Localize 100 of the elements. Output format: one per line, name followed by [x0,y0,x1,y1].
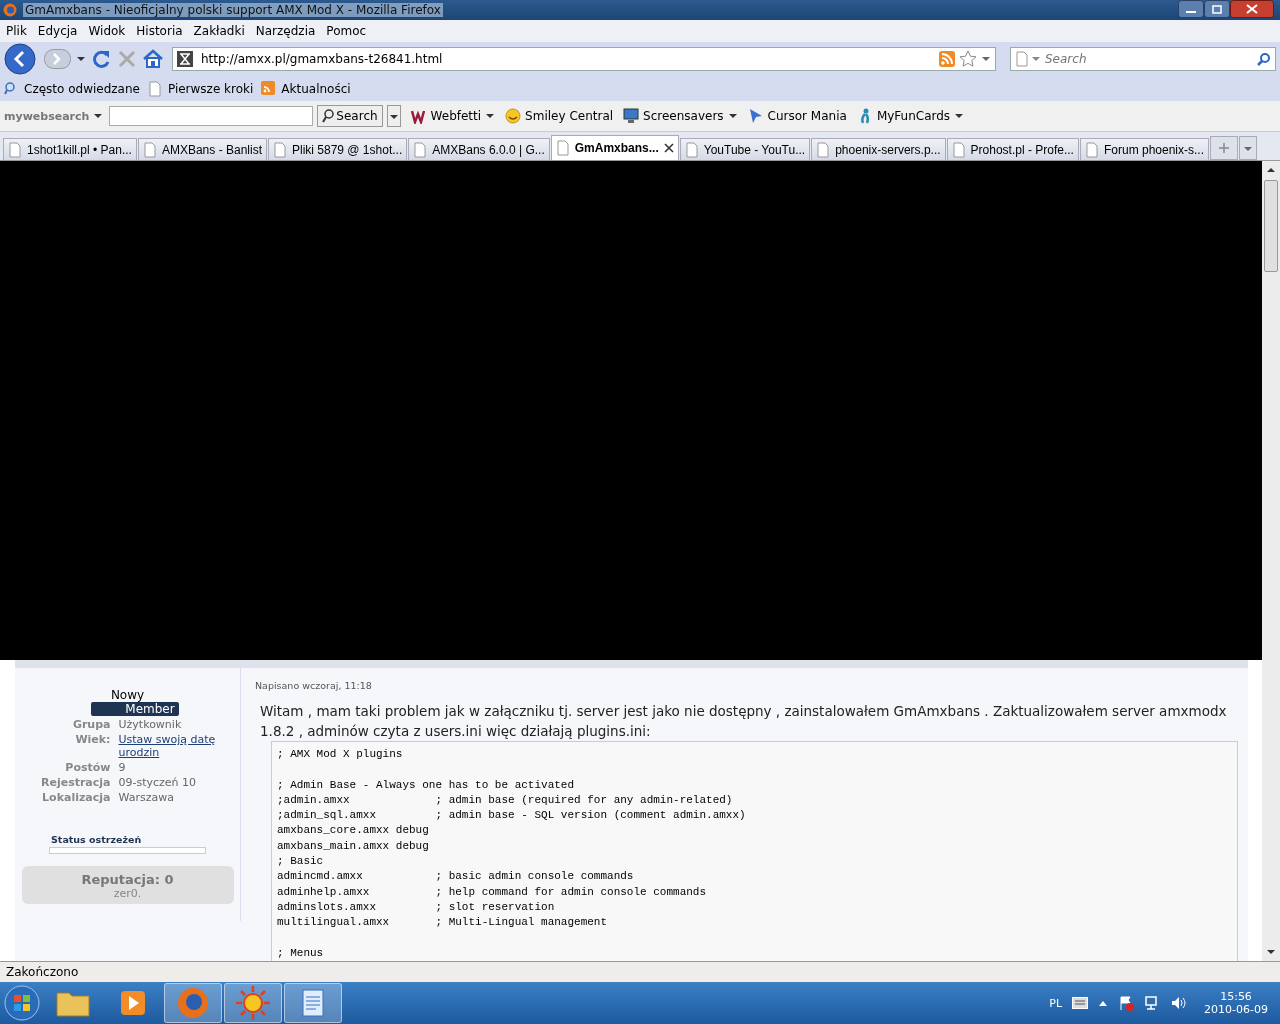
menu-item[interactable]: Edycja [37,24,78,38]
toolbar-link[interactable]: MyFunCards [876,109,951,123]
page-icon [684,141,699,158]
browser-tab[interactable]: 1shot1kill.pl • Pan... [3,138,137,160]
site-icon [177,51,193,67]
home-icon[interactable] [142,48,164,70]
menu-item[interactable]: Plik [6,24,27,38]
cursor-icon [747,108,764,124]
page-icon [951,141,966,158]
post-date: Napisano wczoraj, 11:18 [255,680,373,691]
sun-icon [233,983,273,1023]
toolbar-link[interactable]: Cursor Mania [767,109,847,123]
clock-time: 15:56 [1220,990,1252,1003]
page-icon [413,141,428,158]
field-label: Rejestracja [39,776,111,789]
menu-item[interactable]: Widok [88,24,126,38]
browser-tab[interactable]: Forum phoenix-s... [1079,138,1209,160]
page-icon [1015,51,1029,67]
start-button[interactable] [2,983,42,1023]
keyboard-icon[interactable] [1072,997,1089,1009]
search-icon [4,80,18,97]
clock[interactable]: 15:56 2010-06-09 [1204,990,1268,1016]
post-text: Witam , mam taki problem jak w załączniku tj. server jest jako nie dostępny , zainstalowałem GmAmxbans . Zaktualizowałem server amxmodx 1.8.2 , adminów czyta z users.ini więc działają plugins.ini: [259,702,1228,741]
monitor-icon [623,108,640,124]
dropdown-arrow-icon[interactable] [76,54,86,64]
menu-item[interactable]: Historia [136,24,183,38]
browser-tab[interactable]: AMXBans - Banlist [137,138,267,160]
dropdown-arrow-icon[interactable] [485,111,496,121]
page-icon [555,140,570,156]
search-bar[interactable]: Search [1010,47,1276,71]
window-title: GmAmxbans - Nieoficjalny polski support AMX Mod X - Mozilla Firefox [23,3,443,17]
search-field[interactable]: Search [1043,51,1255,67]
bookmark-link[interactable]: Pierwsze kroki [167,81,254,96]
profile-link[interactable]: Ustaw swoją datę urodzin [118,733,239,759]
browser-tab[interactable]: phoenix-servers.p... [811,138,946,160]
scroll-thumb[interactable] [1264,180,1278,272]
browser-tab[interactable]: AMXBans 6.0.0 | G... [408,138,550,160]
search-icon [322,109,335,123]
star-icon[interactable] [959,50,977,68]
page-icon [1084,141,1099,158]
page-icon [142,141,157,158]
member-badge: Member [91,702,179,716]
warning-label: Status ostrzeżeń [51,834,142,845]
dropdown-button[interactable] [386,105,401,127]
dropdown-arrow-icon[interactable] [954,111,965,121]
code-block: ; AMX Mod X plugins ; Admin Base - Always one has to be activated ;admin.amxx ; admin base (required for any admin-related) ;admin_sql.amxx ; admin base - SQL version (comment admin.amxx) amxbans_core.amxx debug amxbans_main.amxx debug ; Basic admincmd.amxx ; basic admin console commands adminhelp.amxx ; help command for admin console commands adminslots.amxx ; slot reservation multilingual.amxx ; Multi-Lingual management ; Menus [271,741,1238,961]
dropdown-arrow-icon[interactable] [93,111,104,121]
menu-item[interactable]: Zakładki [193,24,245,38]
flag-icon[interactable] [1118,995,1135,1011]
close-icon[interactable] [663,143,674,153]
search-icon[interactable] [1257,52,1271,66]
reload-icon[interactable] [90,48,112,70]
scrollbar[interactable] [1262,161,1280,961]
smiley-icon [505,108,522,124]
field-value: 9 [118,761,127,774]
restore-button[interactable] [1204,0,1230,18]
page-icon [147,80,162,97]
menu-item[interactable]: Narzędzia [255,24,316,38]
status-text: Zakończono [0,961,1280,982]
toolbar-link[interactable]: Webfetti [430,109,482,123]
scroll-up-arrow[interactable] [1266,166,1276,174]
up-arrow-icon[interactable] [1098,999,1109,1007]
field-label: Wiek: [74,733,111,748]
field-value: Warszawa [118,791,175,804]
toolbar-search-field[interactable] [109,106,314,126]
browser-tab[interactable]: YouTube - YouTu... [679,138,811,160]
reputation-note: zer0. [112,887,143,900]
close-button[interactable] [1230,0,1274,18]
feed-icon [261,80,276,97]
browser-tab[interactable]: Prohost.pl - Profe... [946,138,1079,160]
field-label: Postów [64,761,111,774]
page-icon [8,141,22,158]
browser-tab[interactable]: GmAmxbans... [550,135,679,160]
taskbar-button[interactable] [164,983,222,1023]
bookmark-link[interactable]: Aktualności [281,81,351,96]
minimize-button[interactable] [1178,0,1204,18]
browser-tab[interactable]: Pliki 5879 @ 1shot... [268,138,408,160]
toolbar-link[interactable]: Screensavers [643,109,724,123]
language-indicator[interactable]: PL [1049,996,1063,1010]
taskbar-button[interactable] [224,983,282,1023]
menu-item[interactable]: Pomoc [326,24,367,38]
search-button[interactable]: Search [317,105,383,127]
address-field[interactable]: http://amxx.pl/gmamxbans-t26841.html [172,47,996,71]
dropdown-arrow-icon[interactable] [727,111,738,121]
field-label: Lokalizacja [41,791,111,804]
reputation-score: Reputacja: 0 [80,872,175,887]
toolbar-logo[interactable]: mywebsearch [4,109,90,123]
toolbar-link[interactable]: Smiley Central [525,109,614,123]
field-value: 09-styczeń 10 [118,776,198,789]
field-value: Użytkownik [118,718,183,731]
scroll-down-arrow[interactable] [1266,948,1276,956]
dropdown-arrow-icon[interactable] [981,54,991,64]
tab-list-button[interactable] [1239,136,1257,160]
clock-date: 2010-06-09 [1204,1003,1268,1016]
bookmark-link[interactable]: Często odwiedzane [24,81,140,96]
logo-icon [410,108,427,124]
field-label: Grupa [71,718,111,731]
page-icon [816,141,831,158]
taskbar-button[interactable] [284,983,342,1023]
speaker-icon[interactable] [1170,995,1187,1011]
